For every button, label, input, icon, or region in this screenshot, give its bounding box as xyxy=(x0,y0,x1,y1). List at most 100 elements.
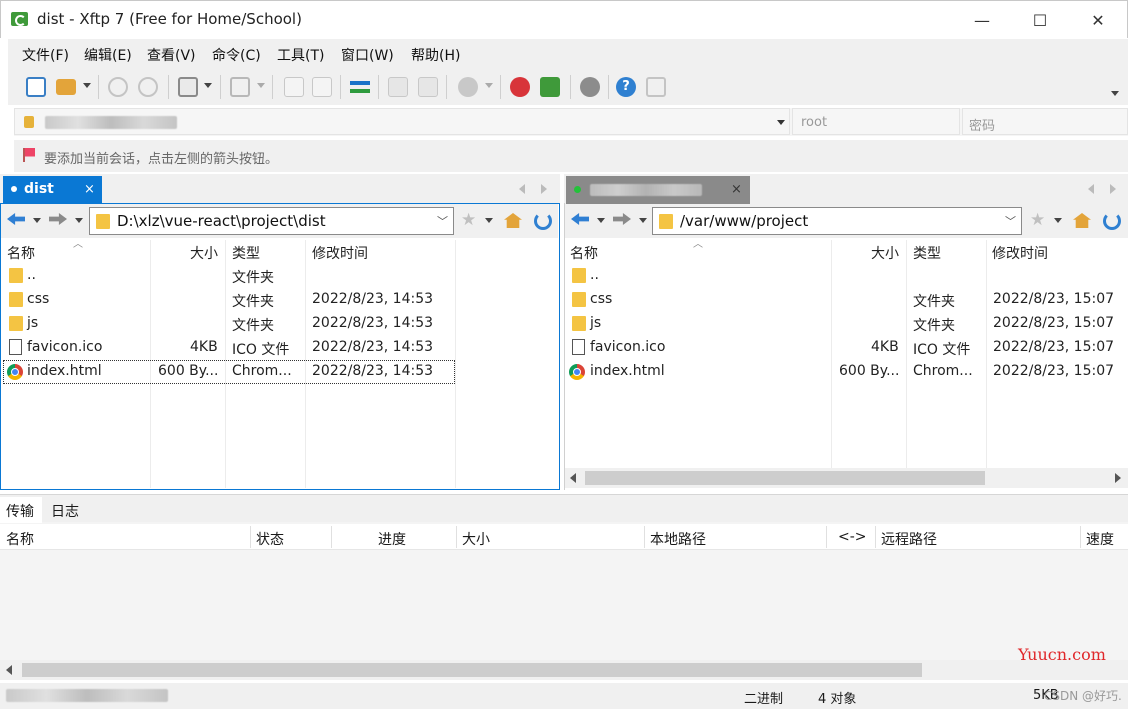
forward-dropdown-icon[interactable] xyxy=(75,218,83,223)
scroll-right-icon[interactable] xyxy=(1115,473,1121,483)
chat-icon[interactable] xyxy=(646,77,666,97)
new-session-icon[interactable] xyxy=(26,77,46,97)
back-arrow-icon[interactable] xyxy=(571,213,589,225)
menu-view[interactable]: 查看(V) xyxy=(147,45,196,65)
transfer-col-speed[interactable]: 速度 xyxy=(1086,529,1114,549)
local-col-name[interactable]: 名称 xyxy=(7,243,35,263)
maximize-button[interactable]: ☐ xyxy=(1011,1,1069,39)
menu-tools[interactable]: 工具(T) xyxy=(277,45,324,65)
home-icon[interactable] xyxy=(1073,213,1091,228)
transfer-col-local-path[interactable]: 本地路径 xyxy=(650,529,706,549)
local-col-size[interactable]: 大小 xyxy=(190,243,218,263)
close-button[interactable]: ✕ xyxy=(1069,1,1127,39)
minimize-button[interactable]: — xyxy=(953,1,1011,39)
remote-col-modified[interactable]: 修改时间 xyxy=(992,243,1048,263)
remote-col-type[interactable]: 类型 xyxy=(913,243,941,263)
menu-command[interactable]: 命令(C) xyxy=(212,45,261,65)
transfer-horizontal-scrollbar[interactable] xyxy=(0,660,1128,680)
remote-col-size[interactable]: 大小 xyxy=(871,243,899,263)
play-icon[interactable] xyxy=(230,77,250,97)
download-icon[interactable] xyxy=(312,77,332,97)
forward-arrow-icon[interactable] xyxy=(613,213,631,225)
password-input[interactable]: 密码 xyxy=(962,108,1128,135)
local-path-input[interactable]: D:\xlz\vue-react\project\dist ﹀ xyxy=(89,207,454,235)
open-dropdown-icon[interactable] xyxy=(83,83,91,88)
paste-icon[interactable] xyxy=(418,77,438,97)
local-col-modified[interactable]: 修改时间 xyxy=(312,243,368,263)
path-dropdown-icon[interactable]: ﹀ xyxy=(437,213,448,229)
menu-help[interactable]: 帮助(H) xyxy=(411,45,460,65)
remote-file-row[interactable]: .. xyxy=(565,264,1128,288)
properties-dropdown-icon[interactable] xyxy=(204,83,212,88)
menu-window[interactable]: 窗口(W) xyxy=(341,45,394,65)
refresh-icon[interactable] xyxy=(1103,212,1121,230)
scrollbar-thumb[interactable] xyxy=(22,663,922,677)
remote-col-name[interactable]: 名称 xyxy=(570,243,598,263)
remote-file-row[interactable]: index.html 600 By... Chrom... 2022/8/23,… xyxy=(565,360,1128,384)
connect-icon[interactable] xyxy=(108,77,128,97)
xftp-icon[interactable] xyxy=(540,77,560,97)
local-file-row[interactable]: favicon.ico 4KB ICO 文件 2022/8/23, 14:53 xyxy=(1,336,558,360)
transfer-col-direction[interactable]: <-> xyxy=(838,529,867,545)
transfer-col-size[interactable]: 大小 xyxy=(462,529,490,549)
local-file-row[interactable]: .. 文件夹 xyxy=(1,264,558,288)
transfer-col-remote-path[interactable]: 远程路径 xyxy=(881,529,937,549)
tab-log[interactable]: 日志 xyxy=(51,501,79,521)
help-icon[interactable]: ? xyxy=(616,77,636,97)
upload-icon[interactable] xyxy=(284,77,304,97)
transfer-col-progress[interactable]: 进度 xyxy=(378,529,406,549)
tab-close-button[interactable]: × xyxy=(731,182,742,197)
remote-file-row[interactable]: favicon.ico 4KB ICO 文件 2022/8/23, 15:07 xyxy=(565,336,1128,360)
host-dropdown-icon[interactable] xyxy=(777,120,785,125)
remote-path-input[interactable]: /var/www/project ﹀ xyxy=(652,207,1022,235)
forward-arrow-icon[interactable] xyxy=(49,213,67,225)
path-dropdown-icon[interactable]: ﹀ xyxy=(1005,213,1016,229)
remote-file-row[interactable]: js 文件夹 2022/8/23, 15:07 xyxy=(565,312,1128,336)
properties-icon[interactable] xyxy=(178,77,198,97)
toolbar-overflow-icon[interactable] xyxy=(1111,91,1119,96)
back-dropdown-icon[interactable] xyxy=(33,218,41,223)
sync-arrows-icon[interactable] xyxy=(350,77,370,97)
copy-icon[interactable] xyxy=(388,77,408,97)
open-folder-icon[interactable] xyxy=(56,79,76,95)
remote-horizontal-scrollbar[interactable] xyxy=(565,468,1128,488)
globe-icon[interactable] xyxy=(458,77,478,97)
tab-scroll-left-icon[interactable] xyxy=(519,184,525,194)
play-dropdown-icon[interactable] xyxy=(257,83,265,88)
host-input[interactable] xyxy=(14,108,790,135)
local-file-row-selected[interactable]: index.html 600 By... Chrom... 2022/8/23,… xyxy=(3,360,455,384)
menu-edit[interactable]: 编辑(E) xyxy=(84,45,132,65)
username-input[interactable]: root xyxy=(792,108,960,135)
xshell-icon[interactable] xyxy=(510,77,530,97)
tab-local-dist[interactable]: dist × xyxy=(3,176,102,204)
bookmark-dropdown-icon[interactable] xyxy=(485,218,493,223)
tab-scroll-right-icon[interactable] xyxy=(1110,184,1116,194)
globe-dropdown-icon[interactable] xyxy=(485,83,493,88)
home-icon[interactable] xyxy=(504,213,522,228)
tab-scroll-right-icon[interactable] xyxy=(541,184,547,194)
star-icon[interactable]: ★ xyxy=(461,210,476,230)
bookmark-flag-icon[interactable] xyxy=(23,148,35,162)
disconnect-icon[interactable] xyxy=(138,77,158,97)
back-arrow-icon[interactable] xyxy=(7,213,25,225)
refresh-icon[interactable] xyxy=(534,212,552,230)
scroll-left-icon[interactable] xyxy=(6,665,12,675)
local-file-row[interactable]: js 文件夹 2022/8/23, 14:53 xyxy=(1,312,558,336)
back-dropdown-icon[interactable] xyxy=(597,218,605,223)
forward-dropdown-icon[interactable] xyxy=(639,218,647,223)
local-file-row[interactable]: css 文件夹 2022/8/23, 14:53 xyxy=(1,288,558,312)
transfer-col-status[interactable]: 状态 xyxy=(256,529,284,549)
tab-remote-session[interactable]: × xyxy=(566,176,750,204)
scrollbar-thumb[interactable] xyxy=(585,471,985,485)
remote-file-row[interactable]: css 文件夹 2022/8/23, 15:07 xyxy=(565,288,1128,312)
bookmark-dropdown-icon[interactable] xyxy=(1054,218,1062,223)
star-icon[interactable]: ★ xyxy=(1030,210,1045,230)
local-col-type[interactable]: 类型 xyxy=(232,243,260,263)
tab-close-button[interactable]: × xyxy=(84,182,95,197)
tab-transfer[interactable]: 传输 xyxy=(0,497,42,523)
scroll-left-icon[interactable] xyxy=(570,473,576,483)
tab-scroll-left-icon[interactable] xyxy=(1088,184,1094,194)
gear-icon[interactable] xyxy=(580,77,600,97)
menu-file[interactable]: 文件(F) xyxy=(22,45,69,65)
transfer-col-name[interactable]: 名称 xyxy=(6,529,34,549)
